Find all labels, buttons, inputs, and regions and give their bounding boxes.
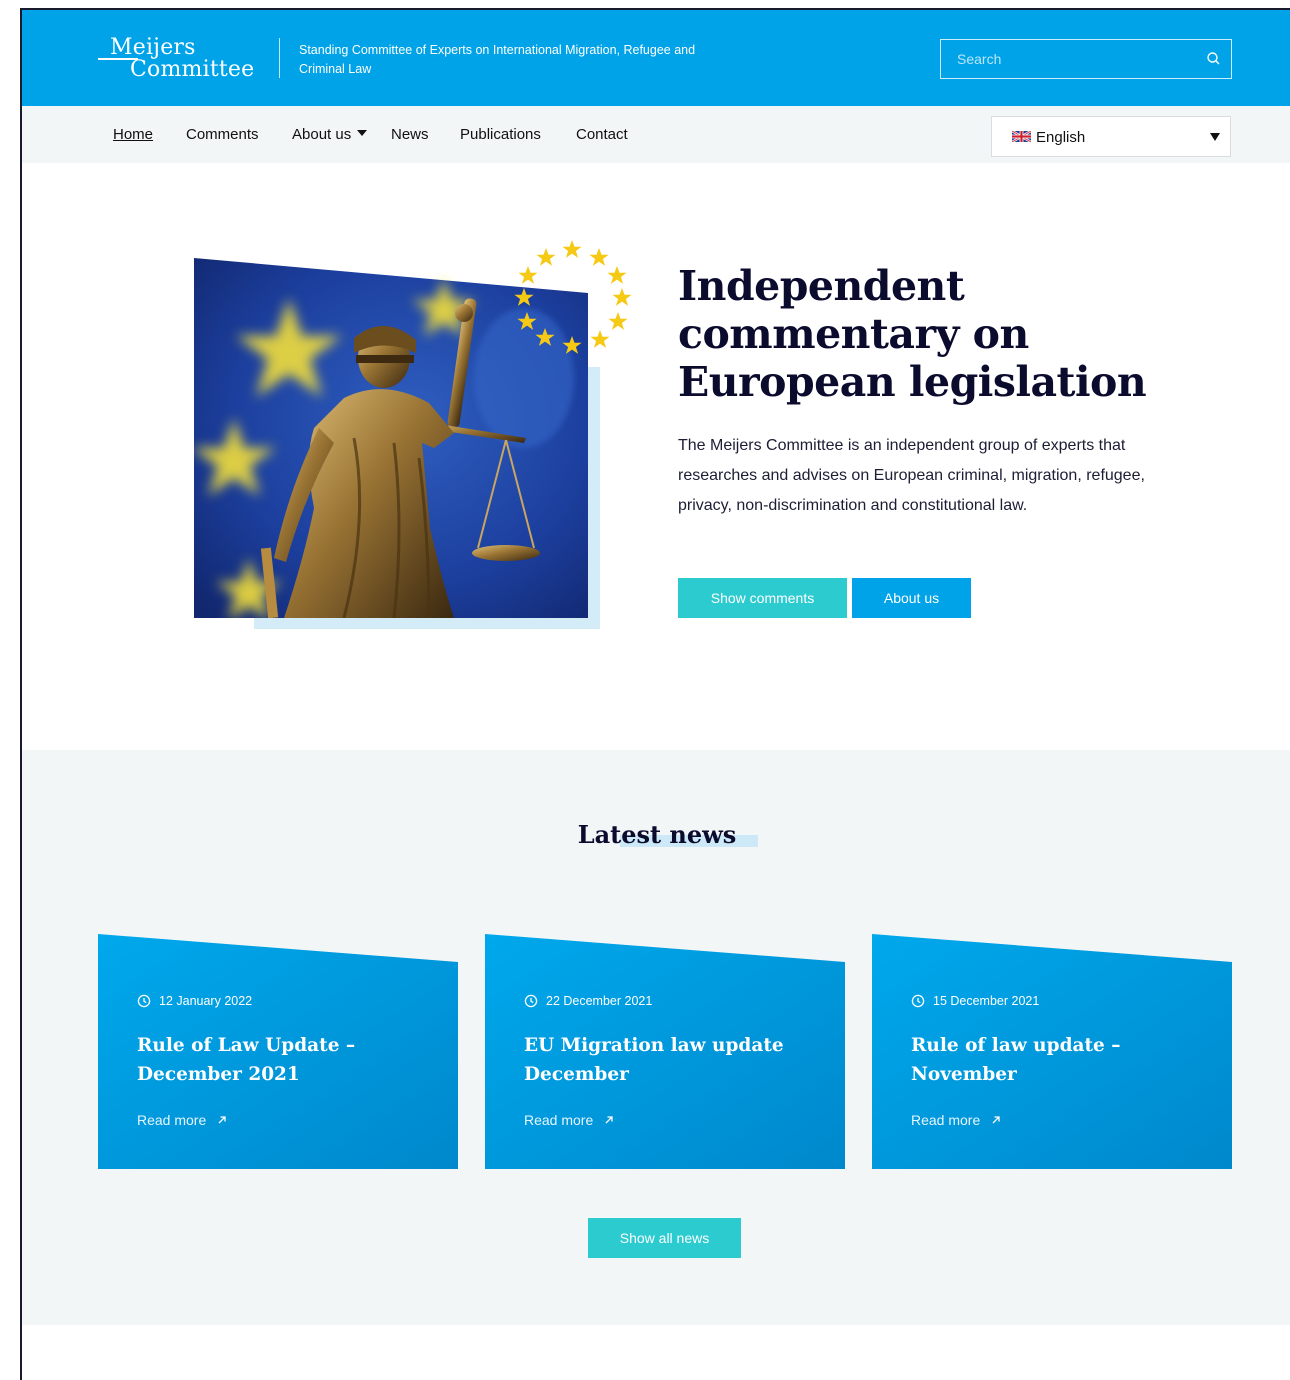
show-all-news-button[interactable]: Show all news bbox=[588, 1218, 741, 1258]
meijers-committee-logo[interactable]: Meijers Committee bbox=[98, 36, 258, 84]
read-more-link[interactable]: Read more bbox=[911, 1112, 1002, 1128]
read-more-link[interactable]: Read more bbox=[137, 1112, 228, 1128]
news-card[interactable]: 22 December 2021 EU Migration law update… bbox=[485, 934, 845, 1169]
news-card[interactable]: 15 December 2021 Rule of law update – No… bbox=[872, 934, 1232, 1169]
search-box bbox=[940, 39, 1232, 79]
nav-about-us[interactable]: About us bbox=[292, 126, 368, 143]
news-title[interactable]: Rule of law update – November bbox=[911, 1031, 1201, 1089]
nav-news[interactable]: News bbox=[391, 126, 429, 143]
clock-icon bbox=[911, 994, 925, 1008]
caret-down-icon bbox=[1210, 133, 1220, 141]
show-comments-button[interactable]: Show comments bbox=[678, 578, 847, 618]
arrow-up-right-icon bbox=[605, 1116, 613, 1124]
news-date: 15 December 2021 bbox=[911, 994, 1039, 1008]
read-more-link[interactable]: Read more bbox=[524, 1112, 615, 1128]
nav-comments[interactable]: Comments bbox=[186, 126, 259, 143]
news-date: 22 December 2021 bbox=[524, 994, 652, 1008]
read-more-label: Read more bbox=[137, 1112, 207, 1128]
news-date-text: 12 January 2022 bbox=[159, 994, 253, 1008]
logo-line-2: Committee bbox=[130, 57, 255, 82]
news-date: 12 January 2022 bbox=[137, 994, 252, 1008]
read-more-label: Read more bbox=[524, 1112, 594, 1128]
site-tagline: Standing Committee of Experts on Interna… bbox=[299, 43, 696, 76]
search-icon[interactable] bbox=[1205, 50, 1223, 68]
news-title[interactable]: EU Migration law update December bbox=[524, 1031, 814, 1089]
hero-description: The Meijers Committee is an independent … bbox=[678, 437, 1145, 514]
language-label: English bbox=[1036, 129, 1086, 146]
nav-about-us-label: About us bbox=[292, 126, 352, 143]
site-header: Meijers Committee Standing Committee of … bbox=[22, 10, 1290, 106]
eu-stars-decoration bbox=[514, 240, 632, 354]
arrow-up-right-icon bbox=[218, 1116, 226, 1124]
news-date-text: 22 December 2021 bbox=[546, 994, 653, 1008]
latest-news-heading: Latest news bbox=[577, 820, 737, 849]
clock-icon bbox=[524, 994, 538, 1008]
nav-publications[interactable]: Publications bbox=[460, 126, 541, 143]
uk-flag-icon bbox=[1012, 131, 1031, 142]
about-us-button[interactable]: About us bbox=[852, 578, 971, 618]
logo-divider bbox=[279, 38, 280, 78]
latest-news-section: Latest news 12 January 2022 Rule of Law … bbox=[22, 750, 1290, 1325]
read-more-label: Read more bbox=[911, 1112, 981, 1128]
news-title[interactable]: Rule of Law Update – December 2021 bbox=[137, 1031, 427, 1089]
page-frame: Meijers Committee Standing Committee of … bbox=[20, 8, 1290, 1380]
language-select[interactable]: English bbox=[991, 116, 1231, 157]
arrow-up-right-icon bbox=[992, 1116, 1000, 1124]
hero-title: Independent commentary on European legis… bbox=[678, 262, 1147, 406]
clock-icon bbox=[137, 994, 151, 1008]
news-date-text: 15 December 2021 bbox=[933, 994, 1040, 1008]
news-card[interactable]: 12 January 2022 Rule of Law Update – Dec… bbox=[98, 934, 458, 1169]
search-input[interactable] bbox=[941, 40, 1201, 78]
nav-contact[interactable]: Contact bbox=[576, 126, 628, 143]
nav-home[interactable]: Home bbox=[113, 126, 153, 143]
caret-down-icon bbox=[357, 130, 368, 136]
